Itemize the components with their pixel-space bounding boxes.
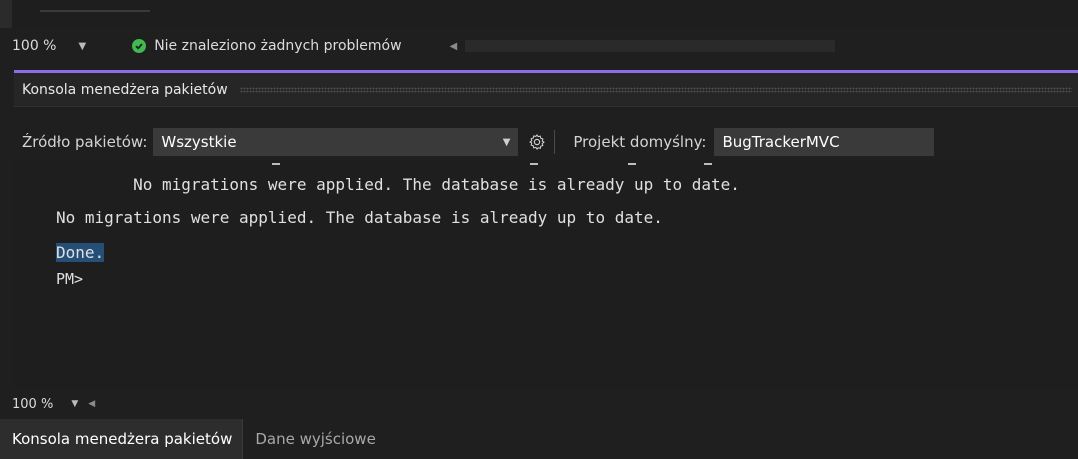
drag-grip[interactable] <box>239 86 1072 93</box>
tool-window-title: Konsola menedżera pakietów <box>22 81 228 98</box>
tab-label: Dane wyjściowe <box>255 430 376 448</box>
tab-package-manager-console[interactable]: Konsola menedżera pakietów <box>0 419 244 459</box>
package-source-dropdown[interactable]: Wszystkie ▼ <box>153 128 519 156</box>
bottom-tab-strip: Konsola menedżera pakietów Dane wyjściow… <box>0 419 1078 459</box>
editor-zoom-control[interactable]: 100 % ▼ <box>0 38 86 54</box>
editor-gutter <box>0 0 12 28</box>
default-project-label: Projekt domyślny: <box>573 133 707 151</box>
chevron-down-icon: ▼ <box>502 136 511 148</box>
scroll-left-icon[interactable]: ◀ <box>88 399 95 409</box>
vs-window: 100 % ▼ Nie znaleziono żadnych problemów… <box>0 0 1078 459</box>
issues-indicator[interactable]: Nie znaleziono żadnych problemów <box>132 38 402 54</box>
chevron-down-icon[interactable]: ▼ <box>71 399 78 409</box>
issues-message: Nie znaleziono żadnych problemów <box>154 38 402 54</box>
console-line: No migrations were applied. The database… <box>56 208 663 227</box>
package-source-value: Wszystkie <box>161 133 237 151</box>
editor-text-fragment <box>40 2 150 12</box>
check-circle-icon <box>132 39 147 53</box>
toolbar-separator <box>554 130 556 154</box>
console-zoom-value[interactable]: 100 % <box>0 397 53 412</box>
gear-icon[interactable] <box>522 128 552 156</box>
editor-status-bar: 100 % ▼ Nie znaleziono żadnych problemów… <box>0 33 1078 59</box>
chevron-down-icon[interactable]: ▼ <box>78 41 86 52</box>
default-project-value: BugTrackerMVC <box>722 133 840 151</box>
default-project-dropdown[interactable]: BugTrackerMVC <box>714 128 935 156</box>
package-source-label: Źródło pakietów: <box>22 133 148 151</box>
console-output[interactable]: No migrations were applied. The database… <box>14 160 1078 390</box>
tab-label: Konsola menedżera pakietów <box>12 430 233 448</box>
console-line: Done. <box>56 242 105 264</box>
editor-area[interactable] <box>0 0 1078 28</box>
console-line: No migrations were applied. The database… <box>56 175 740 194</box>
console-toolbar: Źródło pakietów: Wszystkie ▼ Projekt dom… <box>14 126 1078 158</box>
scroll-left-icon[interactable]: ◀ <box>450 41 458 52</box>
editor-horizontal-scrollbar[interactable] <box>465 40 836 52</box>
console-status-bar: 100 % ▼ ◀ <box>0 393 1078 415</box>
editor-zoom-value: 100 % <box>12 38 57 54</box>
console-prompt[interactable]: PM> <box>56 268 83 290</box>
tool-window-header[interactable]: Konsola menedżera pakietów <box>14 73 1078 107</box>
tab-output[interactable]: Dane wyjściowe <box>243 419 385 459</box>
selected-text: Done. <box>56 243 105 262</box>
